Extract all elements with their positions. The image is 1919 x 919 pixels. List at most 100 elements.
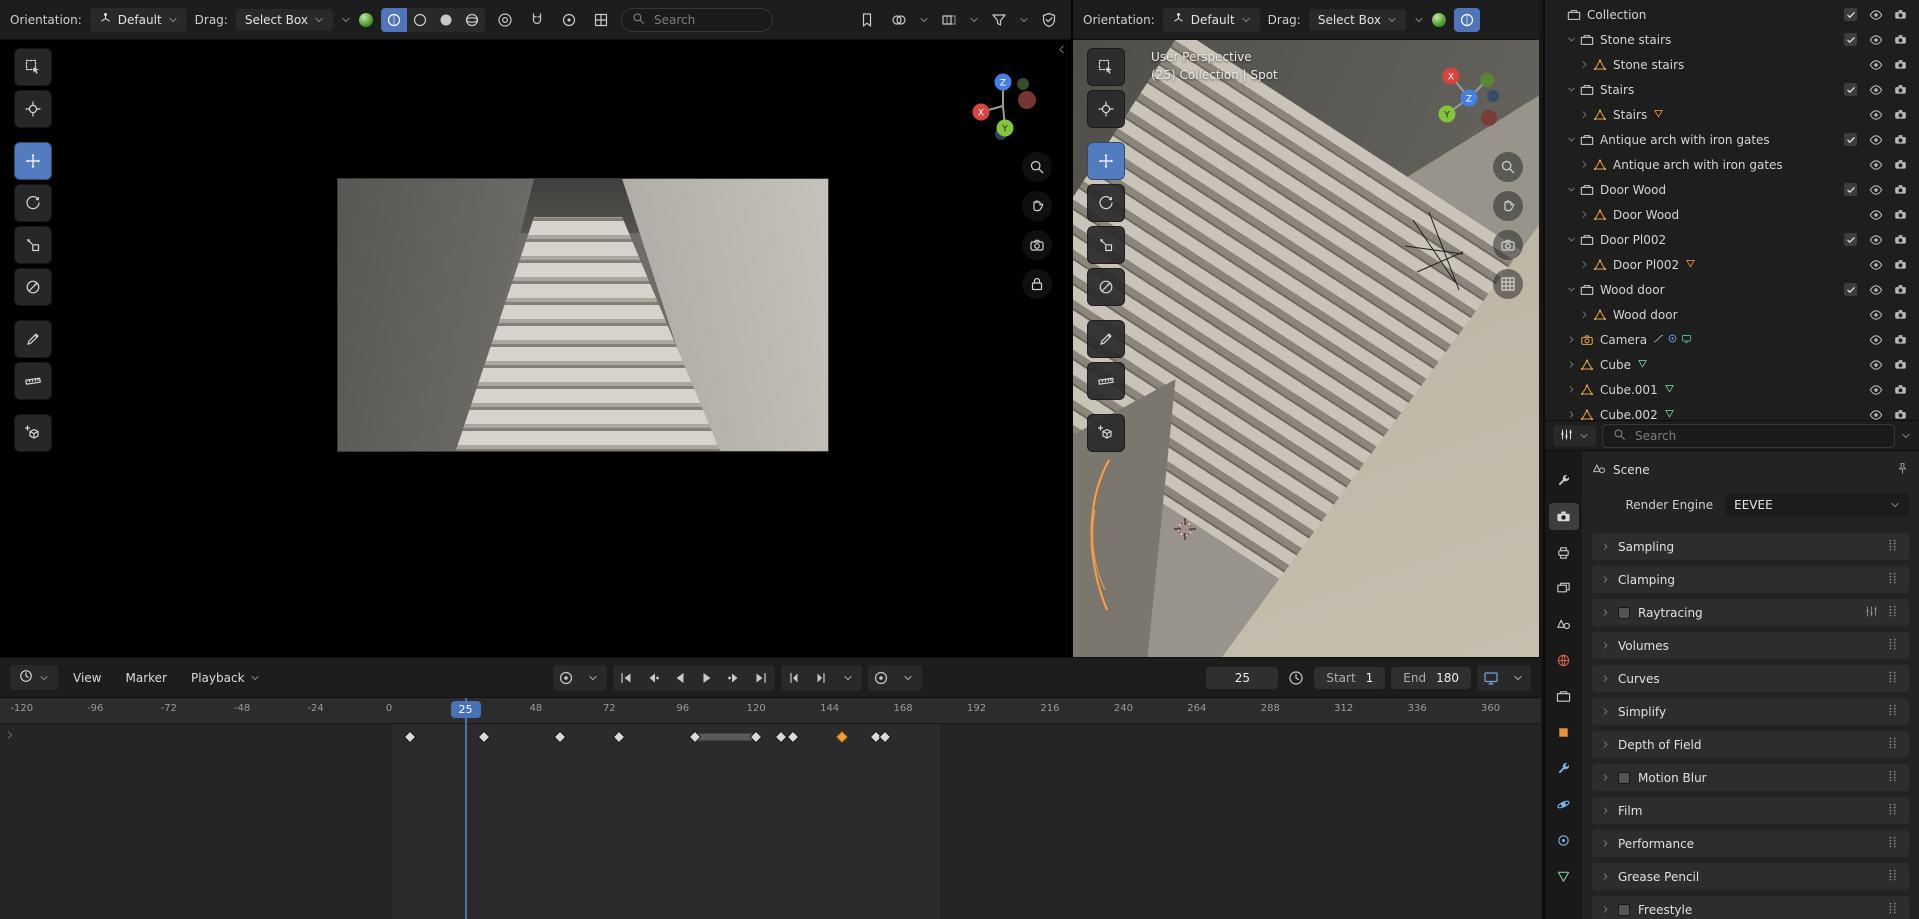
orientation-dropdown[interactable]: Default	[90, 8, 187, 32]
hide-eye-icon[interactable]	[1863, 158, 1888, 172]
menu-marker[interactable]: Marker	[116, 667, 175, 689]
hide-eye-icon[interactable]	[1863, 83, 1888, 97]
chevron-right-icon[interactable]	[1577, 160, 1591, 169]
chevron-right-icon[interactable]	[1577, 260, 1591, 269]
properties-search[interactable]	[1602, 424, 1895, 448]
hide-eye-icon[interactable]	[1863, 33, 1888, 47]
drag-handle-icon[interactable]	[1886, 736, 1900, 753]
section-curves[interactable]: Curves	[1592, 665, 1909, 692]
outliner-row[interactable]: Stairs	[1545, 77, 1919, 102]
zoom-icon[interactable]	[1493, 152, 1523, 182]
keyframe-held-bar[interactable]	[695, 734, 756, 741]
hide-eye-icon[interactable]	[1863, 333, 1888, 347]
disable-render-camera-icon[interactable]	[1888, 258, 1913, 272]
section-performance[interactable]: Performance	[1592, 830, 1909, 857]
camera-view-icon[interactable]	[1493, 230, 1523, 260]
disable-render-camera-icon[interactable]	[1888, 133, 1913, 147]
hide-eye-icon[interactable]	[1863, 283, 1888, 297]
current-frame-badge[interactable]: 25	[451, 701, 481, 718]
tool-measure[interactable]	[14, 362, 52, 400]
hide-eye-icon[interactable]	[1863, 258, 1888, 272]
prev-frame-button[interactable]	[781, 665, 808, 691]
collapse-header-arrow[interactable]	[1056, 44, 1067, 58]
section-film[interactable]: Film	[1592, 797, 1909, 824]
outliner-row[interactable]: Cube.002	[1545, 402, 1919, 420]
rail-tab-view-layer[interactable]	[1549, 575, 1579, 602]
chevron-down-icon[interactable]	[1564, 285, 1578, 294]
end-frame-field[interactable]: End 180	[1391, 667, 1471, 689]
overlays-chevron[interactable]	[919, 15, 929, 25]
checkbox-checked-icon[interactable]	[1844, 283, 1857, 296]
overlays-icon[interactable]	[887, 8, 911, 32]
disable-render-camera-icon[interactable]	[1888, 158, 1913, 172]
tool-transform[interactable]	[1087, 268, 1125, 306]
disable-render-camera-icon[interactable]	[1888, 308, 1913, 322]
camera-view-canvas[interactable]	[0, 40, 1071, 657]
hide-eye-icon[interactable]	[1863, 133, 1888, 147]
section-checkbox[interactable]	[1618, 904, 1630, 916]
drag-handle-icon[interactable]	[1886, 868, 1900, 885]
mode-options-chevron[interactable]	[1414, 15, 1424, 25]
collection-checkbox[interactable]	[1838, 83, 1863, 97]
current-frame-field[interactable]: 25	[1206, 667, 1278, 689]
pin-icon[interactable]	[1896, 462, 1909, 478]
material-preview-sphere-icon[interactable]	[1432, 13, 1446, 27]
viewport-search[interactable]	[621, 8, 773, 32]
start-frame-field[interactable]: Start 1	[1314, 667, 1385, 689]
keyframe-diamond[interactable]	[404, 731, 417, 744]
disable-render-camera-icon[interactable]	[1888, 283, 1913, 297]
section-checkbox[interactable]	[1618, 607, 1630, 619]
hide-eye-icon[interactable]	[1863, 183, 1888, 197]
chevron-right-icon[interactable]	[1577, 60, 1591, 69]
outliner-row[interactable]: Stairs	[1545, 102, 1919, 127]
hide-eye-icon[interactable]	[1863, 208, 1888, 222]
grid-icon[interactable]	[1493, 269, 1523, 299]
tool-annotate[interactable]	[14, 320, 52, 358]
section-depth-of-field[interactable]: Depth of Field	[1592, 731, 1909, 758]
tool-rotate[interactable]	[1087, 184, 1125, 222]
chevron-right-icon[interactable]	[1564, 410, 1578, 419]
keyframe-diamond[interactable]	[878, 731, 891, 744]
outliner-row[interactable]: Cube	[1545, 352, 1919, 377]
drag-handle-icon[interactable]	[1886, 637, 1900, 654]
section-simplify[interactable]: Simplify	[1592, 698, 1909, 725]
keyframe-diamond[interactable]	[477, 731, 490, 744]
disable-render-camera-icon[interactable]	[1888, 358, 1913, 372]
disable-render-camera-icon[interactable]	[1888, 58, 1913, 72]
filter-funnel-icon[interactable]	[987, 8, 1011, 32]
outliner-row[interactable]: Stone stairs	[1545, 52, 1919, 77]
section-sampling[interactable]: Sampling	[1592, 533, 1909, 560]
disable-render-camera-icon[interactable]	[1888, 83, 1913, 97]
proportional-edit-icon[interactable]	[493, 8, 517, 32]
outliner-row[interactable]: Door Pl002	[1545, 252, 1919, 277]
section-raytracing[interactable]: Raytracing	[1592, 599, 1909, 626]
filter-chevron[interactable]	[1019, 15, 1029, 25]
search-input[interactable]	[652, 12, 762, 28]
tool-scale[interactable]	[1087, 226, 1125, 264]
navigation-gizmo[interactable]: X Z Y	[1427, 56, 1511, 140]
shading-render-button[interactable]	[433, 8, 459, 32]
drag-dropdown[interactable]: Select Box	[1309, 9, 1406, 31]
rail-tab-data[interactable]	[1549, 863, 1579, 890]
filter-sliders-icon[interactable]	[1865, 605, 1878, 621]
drag-handle-icon[interactable]	[1886, 703, 1900, 720]
disable-render-camera-icon[interactable]	[1888, 8, 1913, 22]
section-volumes[interactable]: Volumes	[1592, 632, 1909, 659]
chevron-down-icon[interactable]	[1564, 135, 1578, 144]
next-frame-button[interactable]	[808, 665, 835, 691]
collection-checkbox[interactable]	[1838, 8, 1863, 22]
menu-playback[interactable]: Playback	[182, 667, 269, 689]
drag-handle-icon[interactable]	[1886, 802, 1900, 819]
record-keying-icon[interactable]	[553, 665, 580, 691]
tool-cursor[interactable]	[14, 90, 52, 128]
tool-rotate[interactable]	[14, 184, 52, 222]
keyframe-diamond[interactable]	[612, 731, 625, 744]
pan-hand-icon[interactable]	[1493, 191, 1523, 221]
collection-checkbox[interactable]	[1838, 233, 1863, 247]
editor-type-dropdown[interactable]	[10, 665, 58, 690]
outliner-row[interactable]: Antique arch with iron gates	[1545, 152, 1919, 177]
drag-handle-icon[interactable]	[1886, 571, 1900, 588]
next-keyframe-button[interactable]	[721, 665, 748, 691]
sync-chevron[interactable]	[1504, 665, 1531, 691]
checkbox-checked-icon[interactable]	[1844, 183, 1857, 196]
